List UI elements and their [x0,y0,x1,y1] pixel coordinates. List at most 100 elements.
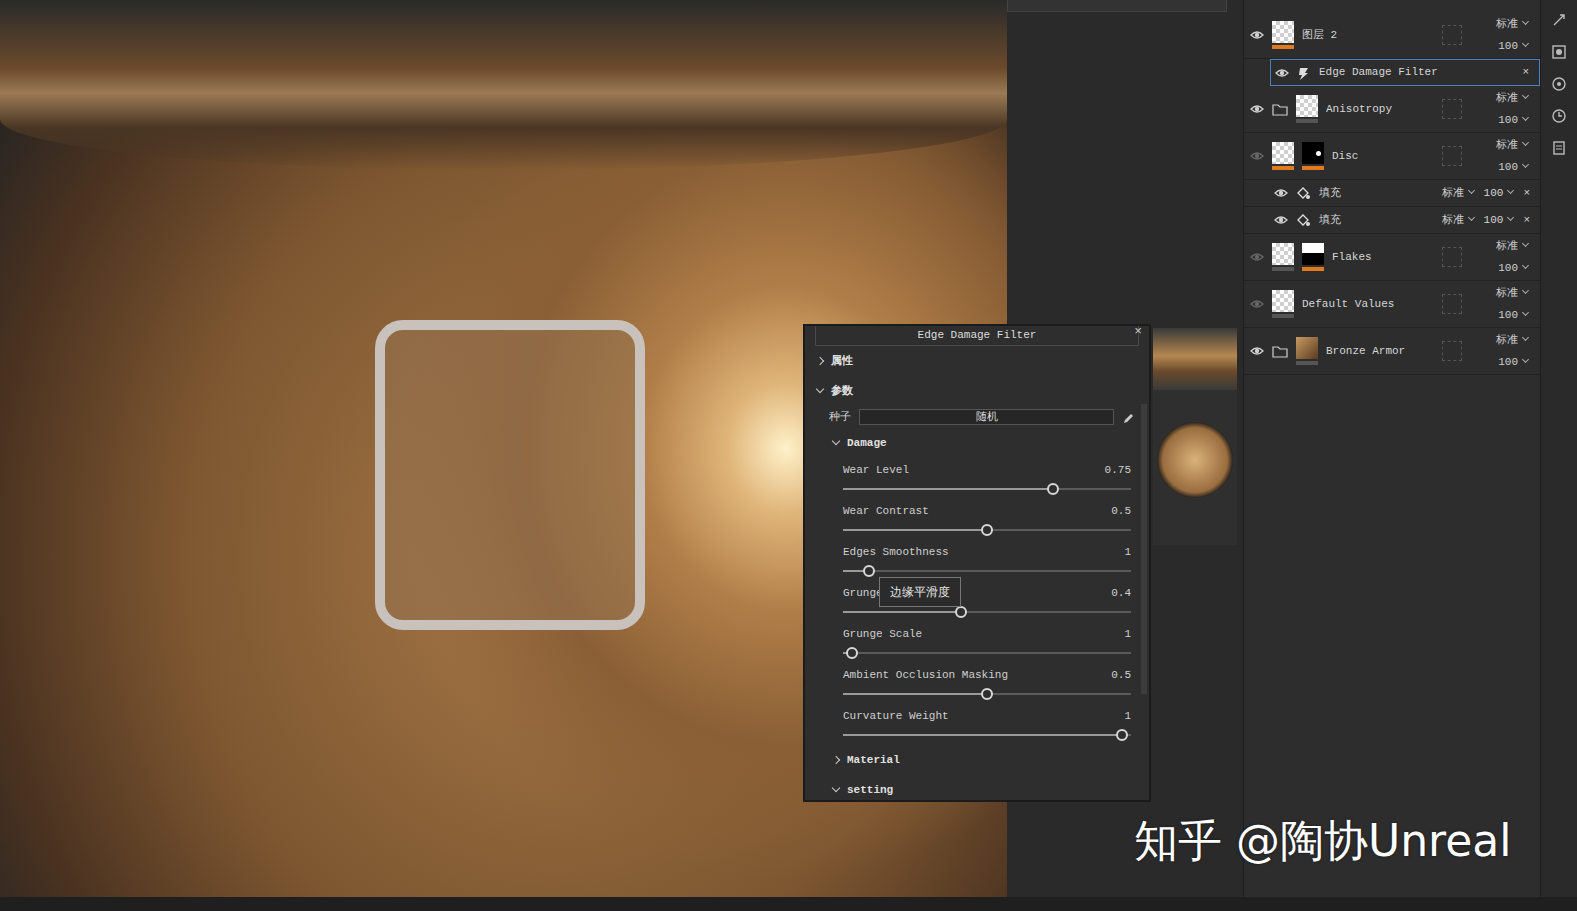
section-header[interactable]: Damage [805,428,1149,458]
blend-mode[interactable]: 标准 [1470,329,1530,351]
seed-field[interactable]: 随机 [859,409,1114,425]
layer-row[interactable]: Disc标准100 [1244,133,1540,180]
brush-icon[interactable] [1551,12,1567,28]
seed-label: 种子 [829,409,851,426]
mask-slot[interactable] [1442,247,1462,267]
blend-text: 标准 [1442,214,1464,226]
slider-knob[interactable] [981,524,993,536]
opacity-text: 100 [1498,161,1518,173]
model-rim [0,0,1007,170]
blend-mode[interactable]: 标准 [1470,235,1530,257]
eye-icon[interactable] [1250,29,1264,41]
slider-value: 0.5 [1111,667,1131,683]
opacity-text: 100 [1498,356,1518,368]
effect-row[interactable]: Edge Damage Filter× [1270,59,1540,86]
opacity[interactable]: 100 [1470,109,1530,131]
chevron-icon [1468,214,1475,221]
blend-mode[interactable]: 标准 [1470,13,1530,35]
eye-icon[interactable] [1274,187,1288,199]
layer-blend: 标准100 [1470,13,1530,57]
slider-knob[interactable] [981,688,993,700]
section-label: Material [847,752,900,769]
slider-track[interactable] [843,570,1131,572]
opacity[interactable]: 100 [1484,185,1516,202]
opacity[interactable]: 100 [1470,304,1530,326]
chevron-icon [1507,187,1514,194]
eye-icon[interactable] [1250,345,1264,357]
slider-track[interactable] [843,652,1131,654]
eye-icon[interactable] [1250,150,1264,162]
slider-knob[interactable] [955,606,967,618]
slider-track[interactable] [843,734,1131,736]
effect-row[interactable]: 填充标准100× [1244,180,1540,207]
slider-header: Edges Smoothness1 [843,540,1131,560]
opacity[interactable]: 100 [1470,351,1530,373]
mask-slot[interactable] [1442,341,1462,361]
eye-icon[interactable] [1250,298,1264,310]
chevron-icon [1522,18,1529,25]
layer-row[interactable]: 图层 2标准100 [1244,12,1540,59]
slider-knob[interactable] [863,565,875,577]
expand-arrow-icon [832,756,840,764]
pencil-icon[interactable] [1122,411,1135,424]
chevron-icon [1522,240,1529,247]
scrollbar[interactable] [1141,404,1147,694]
blend-mode[interactable]: 标准 [1470,134,1530,156]
slider-track[interactable] [843,693,1131,695]
dropdown[interactable] [1007,0,1227,12]
chevron-icon [1522,262,1529,269]
layer-panel: 图层 2标准100Edge Damage Filter×Anisotropy标准… [1243,0,1540,897]
mask-slot[interactable] [1442,146,1462,166]
opacity-text: 100 [1484,214,1504,226]
section-header[interactable]: setting [805,775,1149,802]
opacity[interactable]: 100 [1470,257,1530,279]
slider-track[interactable] [843,529,1131,531]
mask-slot[interactable] [1442,99,1462,119]
log-icon[interactable] [1551,140,1567,156]
slider-label: Grunge [843,585,883,601]
section-header[interactable]: Material [805,745,1149,775]
section-label: 属性 [831,353,853,370]
remove-button[interactable]: × [1522,64,1529,81]
effect-row[interactable]: 填充标准100× [1244,207,1540,234]
remove-button[interactable]: × [1523,185,1530,202]
slider-knob[interactable] [1047,483,1059,495]
slider-label: Grunge Scale [843,626,922,642]
slider-knob[interactable] [1116,729,1128,741]
blend-mode[interactable]: 标准 [1470,282,1530,304]
opacity[interactable]: 100 [1470,35,1530,57]
folder-icon [1272,102,1288,116]
eye-icon[interactable] [1250,103,1264,115]
history-icon[interactable] [1551,108,1567,124]
blend-mode[interactable]: 标准 [1470,87,1530,109]
slider-track[interactable] [843,611,1131,613]
mask-slot[interactable] [1442,294,1462,314]
layer-row[interactable]: Bronze Armor标准100 [1244,328,1540,375]
slider-label: Wear Level [843,462,909,478]
close-button[interactable]: × [1134,324,1142,342]
slider-knob[interactable] [846,647,858,659]
eye-icon[interactable] [1274,214,1288,226]
slider-track[interactable] [843,488,1131,490]
shader-icon[interactable] [1551,76,1567,92]
camera-icon[interactable] [1551,44,1567,60]
channel-bar [1272,267,1294,271]
eye-icon[interactable] [1275,67,1289,79]
blend-text: 标准 [1496,139,1518,151]
blend-mode[interactable]: 标准 [1442,185,1476,202]
opacity[interactable]: 100 [1470,156,1530,178]
layer-row[interactable]: Anisotropy标准100 [1244,86,1540,133]
remove-button[interactable]: × [1523,212,1530,229]
eye-icon[interactable] [1250,251,1264,263]
layer-row[interactable]: Default Values标准100 [1244,281,1540,328]
expand-arrow-icon [832,437,840,445]
section-header[interactable]: 参数 [805,376,1149,406]
slider-value: 1 [1124,708,1131,724]
section-header[interactable]: 属性 [805,346,1149,376]
blend-text: 标准 [1496,240,1518,252]
blend-mode[interactable]: 标准 [1442,212,1476,229]
slider-row: Grunge0.4边缘平滑度 [805,581,1149,622]
layer-row[interactable]: Flakes标准100 [1244,234,1540,281]
mask-slot[interactable] [1442,25,1462,45]
opacity[interactable]: 100 [1484,212,1516,229]
